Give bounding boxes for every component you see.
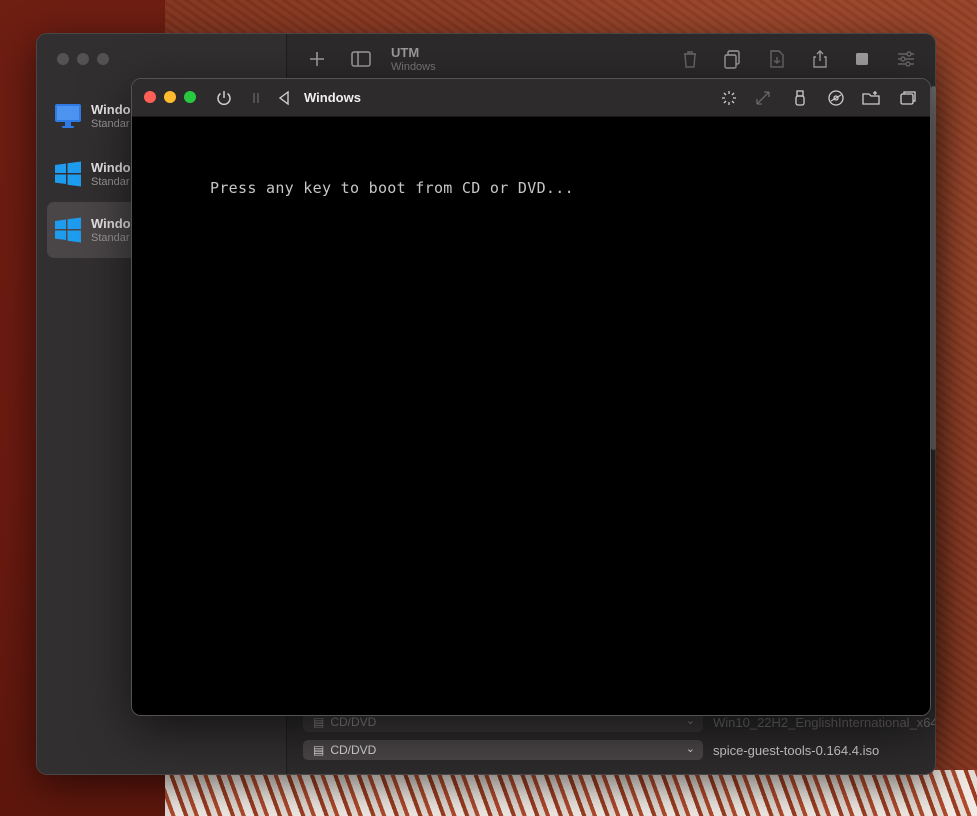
vm-subtitle: Standar [91, 117, 130, 130]
drive-file-name: spice-guest-tools-0.164.4.iso [713, 742, 880, 758]
resize-icon[interactable] [753, 88, 773, 108]
chevron-down-icon: ⌄ [685, 743, 695, 755]
disc-icon[interactable] [826, 88, 846, 108]
drive-row-2: ▤ CD/DVD ⌄ spice-guest-tools-0.164.4.iso [303, 740, 879, 760]
close-button-inactive[interactable] [57, 53, 69, 65]
drive-type-label: CD/DVD [330, 715, 377, 729]
drive-type-label: CD/DVD [330, 743, 377, 757]
share-icon[interactable] [809, 48, 831, 70]
boot-message: Press any key to boot from CD or DVD... [210, 179, 574, 197]
windows-logo-icon [55, 161, 81, 187]
monitor-icon [55, 104, 81, 128]
utm-window-controls [57, 53, 109, 65]
minimize-button[interactable] [164, 91, 176, 103]
settings-sliders-icon[interactable] [895, 48, 917, 70]
sidebar-toggle-icon[interactable] [350, 48, 372, 70]
trash-icon[interactable] [679, 48, 701, 70]
drive-type-select-2[interactable]: ▤ CD/DVD ⌄ [303, 740, 703, 760]
minimize-button-inactive[interactable] [77, 53, 89, 65]
utm-selected-vm: Windows [391, 61, 436, 73]
vm-window-titlebar: Windows [132, 79, 930, 117]
vm-name: Windo [91, 101, 131, 117]
usb-icon[interactable] [790, 88, 810, 108]
pause-icon[interactable] [246, 88, 266, 108]
vm-display-window: Windows Press any key to boot from CD or… [131, 78, 931, 716]
desktop-wallpaper-bottom [165, 770, 977, 816]
utm-toolbar: UTM Windows [288, 34, 935, 84]
zoom-button[interactable] [184, 91, 196, 103]
clone-icon[interactable] [722, 48, 744, 70]
windows-logo-icon [55, 217, 81, 243]
windows-switch-icon[interactable] [898, 88, 918, 108]
vm-screen[interactable]: Press any key to boot from CD or DVD... [132, 117, 930, 715]
plus-icon[interactable] [306, 48, 328, 70]
download-icon[interactable] [766, 48, 788, 70]
vm-name: Windo [91, 215, 131, 231]
capture-cursor-icon[interactable] [719, 88, 739, 108]
vm-name: Windo [91, 159, 131, 175]
stop-icon[interactable] [851, 48, 873, 70]
drive-icon: ▤ [313, 743, 325, 757]
back-icon[interactable] [274, 88, 294, 108]
shared-folder-icon[interactable] [861, 88, 881, 108]
drive-file-name: Win10_22H2_EnglishInternational_x64.iso [713, 714, 936, 730]
zoom-button-inactive[interactable] [97, 53, 109, 65]
power-icon[interactable] [214, 88, 234, 108]
vm-subtitle: Standar [91, 231, 130, 244]
close-button[interactable] [144, 91, 156, 103]
utm-app-title: UTM [391, 45, 420, 60]
drive-icon: ▤ [313, 715, 325, 729]
details-scrollbar[interactable] [931, 86, 936, 450]
vm-subtitle: Standar [91, 175, 130, 188]
vm-window-controls [144, 91, 196, 103]
vm-window-title: Windows [304, 90, 361, 105]
